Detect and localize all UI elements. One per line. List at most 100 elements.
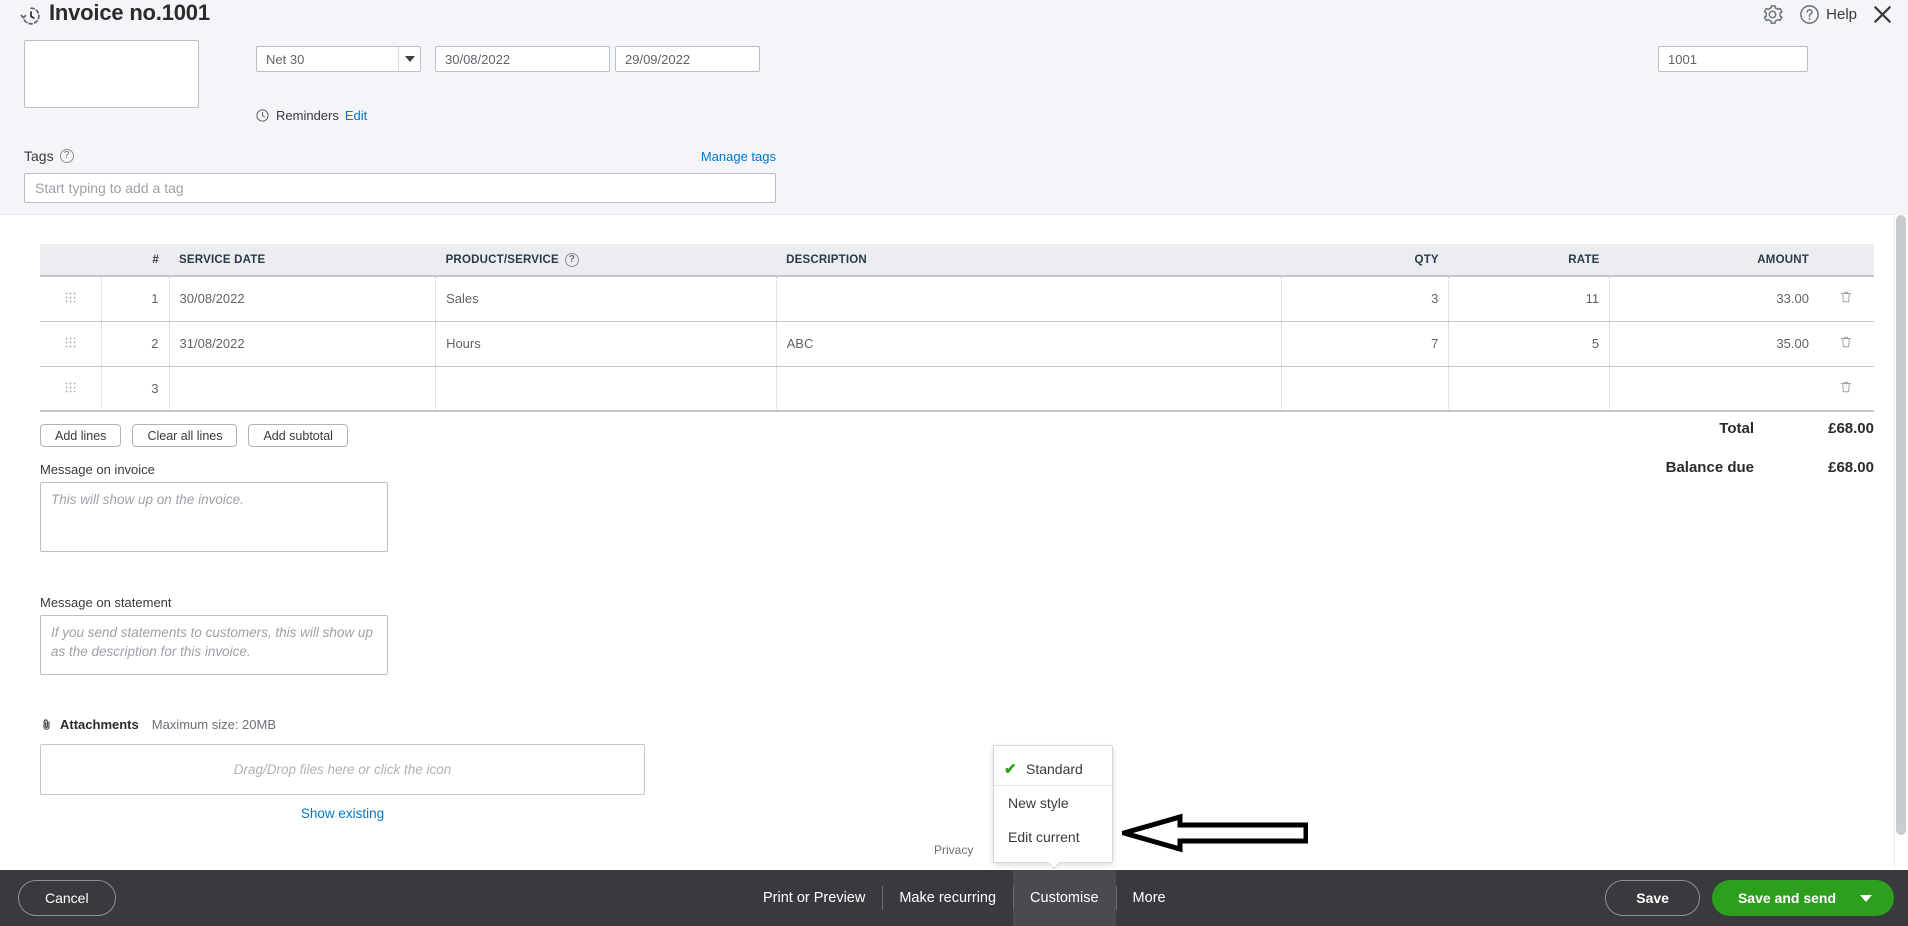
row-product[interactable]: Hours	[435, 321, 777, 367]
title-row: Invoice no.1001 Help	[0, 0, 1908, 34]
row-drag-handle[interactable]	[40, 321, 102, 367]
trash-icon[interactable]	[1839, 334, 1853, 350]
balance-due-label: Balance due	[1665, 459, 1754, 476]
message-on-statement-textarea[interactable]: If you send statements to customers, thi…	[40, 615, 388, 675]
save-button[interactable]: Save	[1605, 880, 1700, 916]
row-delete-cell[interactable]	[1818, 321, 1874, 367]
popup-item-edit-current[interactable]: Edit current	[994, 820, 1112, 854]
terms-select[interactable]: Net 30	[256, 46, 421, 72]
reminders-row: Reminders Edit	[255, 108, 367, 123]
tags-placeholder: Start typing to add a tag	[35, 180, 184, 196]
help-button[interactable]: Help	[1798, 3, 1857, 26]
privacy-link[interactable]: Privacy	[934, 843, 973, 857]
cancel-button[interactable]: Cancel	[18, 880, 116, 916]
header-actions: Help	[1761, 3, 1894, 26]
row-rate[interactable]	[1448, 366, 1610, 412]
row-amount[interactable]	[1609, 366, 1819, 412]
row-number: 2	[101, 321, 170, 367]
line-items-table-wrap: # SERVICE DATE PRODUCT/SERVICE ? DESCRIP…	[0, 244, 1874, 412]
more-button[interactable]: More	[1115, 870, 1183, 926]
col-number: #	[101, 244, 170, 277]
table-body: 1 30/08/2022 Sales 3 11 33.00 2 31/08/20…	[40, 276, 1874, 412]
message-on-invoice-block: Message on invoice This will show up on …	[40, 462, 388, 552]
row-qty[interactable]: 3	[1281, 276, 1449, 322]
due-date-input[interactable]: 29/09/2022	[615, 46, 760, 72]
balance-due-value: £68.00	[1828, 459, 1874, 476]
row-amount[interactable]: 33.00	[1609, 276, 1819, 322]
col-product-service-label: PRODUCT/SERVICE	[445, 253, 559, 266]
show-existing-link[interactable]: Show existing	[40, 806, 645, 821]
help-tooltip-icon[interactable]: ?	[564, 252, 579, 267]
col-rate: RATE	[1448, 244, 1610, 277]
row-number: 1	[101, 276, 170, 322]
clear-all-lines-button[interactable]: Clear all lines	[132, 424, 238, 447]
row-description[interactable]: ABC	[775, 321, 1282, 367]
popup-item-new-style[interactable]: New style	[994, 786, 1112, 820]
popup-item-label: Standard	[1026, 760, 1083, 777]
invoice-number-input[interactable]: 1001	[1658, 46, 1808, 72]
message-on-statement-label: Message on statement	[40, 595, 172, 610]
manage-tags-link[interactable]: Manage tags	[701, 149, 776, 164]
row-description[interactable]	[775, 366, 1282, 412]
save-and-send-label: Save and send	[1737, 890, 1836, 906]
vertical-scrollbar-track[interactable]	[1894, 215, 1908, 870]
col-drag	[40, 244, 102, 277]
row-number: 3	[101, 366, 170, 412]
help-tooltip-icon[interactable]: ?	[59, 149, 74, 163]
vertical-scrollbar-thumb[interactable]	[1896, 215, 1906, 835]
row-product[interactable]	[435, 366, 777, 412]
due-date-value: 29/09/2022	[625, 51, 691, 67]
row-rate[interactable]: 11	[1448, 276, 1610, 322]
trash-icon[interactable]	[1839, 379, 1853, 395]
row-qty[interactable]	[1281, 366, 1449, 412]
row-delete-cell[interactable]	[1818, 276, 1874, 322]
col-delete	[1818, 244, 1874, 277]
invoice-header-band: Invoice no.1001 Help Net 30 30/08/2022 2…	[0, 0, 1908, 215]
popup-item-label: New style	[1008, 795, 1069, 811]
row-service-date[interactable]: 30/08/2022	[169, 276, 436, 322]
row-product[interactable]: Sales	[435, 276, 777, 322]
print-or-preview-button[interactable]: Print or Preview	[746, 870, 882, 926]
history-clock-icon[interactable]	[19, 4, 43, 28]
row-drag-handle[interactable]	[40, 366, 102, 412]
totals-panel: Total £68.00 Balance due £68.00	[1454, 420, 1874, 498]
row-service-date[interactable]	[169, 366, 436, 412]
close-icon[interactable]	[1871, 3, 1894, 26]
chevron-down-icon[interactable]	[1860, 894, 1872, 902]
attachments-max-size: Maximum size: 20MB	[151, 717, 276, 732]
col-qty: QTY	[1281, 244, 1449, 277]
attachments-dropzone[interactable]: Drag/Drop files here or click the icon	[40, 744, 645, 795]
row-description[interactable]	[775, 276, 1282, 322]
trash-icon[interactable]	[1839, 289, 1853, 305]
save-and-send-button[interactable]: Save and send	[1711, 880, 1894, 916]
tags-input[interactable]: Start typing to add a tag	[24, 173, 776, 203]
popup-pointer-tail	[1044, 862, 1062, 871]
popup-item-standard[interactable]: ✔ Standard	[994, 752, 1112, 786]
drag-handle-icon[interactable]	[64, 337, 76, 348]
customise-button[interactable]: Customise	[1013, 870, 1116, 926]
row-service-date[interactable]: 31/08/2022	[169, 321, 436, 367]
row-delete-cell[interactable]	[1818, 366, 1874, 412]
row-qty[interactable]: 7	[1281, 321, 1449, 367]
make-recurring-button[interactable]: Make recurring	[882, 870, 1013, 926]
row-rate[interactable]: 5	[1448, 321, 1610, 367]
attachments-title: Attachments	[60, 717, 139, 732]
add-lines-button[interactable]: Add lines	[40, 424, 122, 447]
table-row[interactable]: 3	[40, 366, 1874, 412]
terms-value: Net 30	[266, 51, 305, 67]
table-row[interactable]: 2 31/08/2022 Hours ABC 7 5 35.00	[40, 321, 1874, 367]
row-drag-handle[interactable]	[40, 276, 102, 322]
chevron-down-icon[interactable]	[398, 47, 420, 71]
add-subtotal-button[interactable]: Add subtotal	[248, 424, 348, 447]
drag-handle-icon[interactable]	[64, 292, 76, 304]
reminders-edit-link[interactable]: Edit	[345, 108, 367, 123]
row-amount[interactable]: 35.00	[1609, 321, 1819, 367]
table-row[interactable]: 1 30/08/2022 Sales 3 11 33.00	[40, 276, 1874, 322]
col-service-date: SERVICE DATE	[169, 244, 436, 277]
invoice-date-input[interactable]: 30/08/2022	[435, 46, 610, 72]
customer-detail-box[interactable]	[24, 40, 199, 108]
gear-icon[interactable]	[1761, 3, 1784, 26]
message-on-invoice-textarea[interactable]: This will show up on the invoice.	[40, 482, 388, 552]
drag-handle-icon[interactable]	[64, 381, 76, 393]
message-on-invoice-label: Message on invoice	[40, 462, 155, 477]
